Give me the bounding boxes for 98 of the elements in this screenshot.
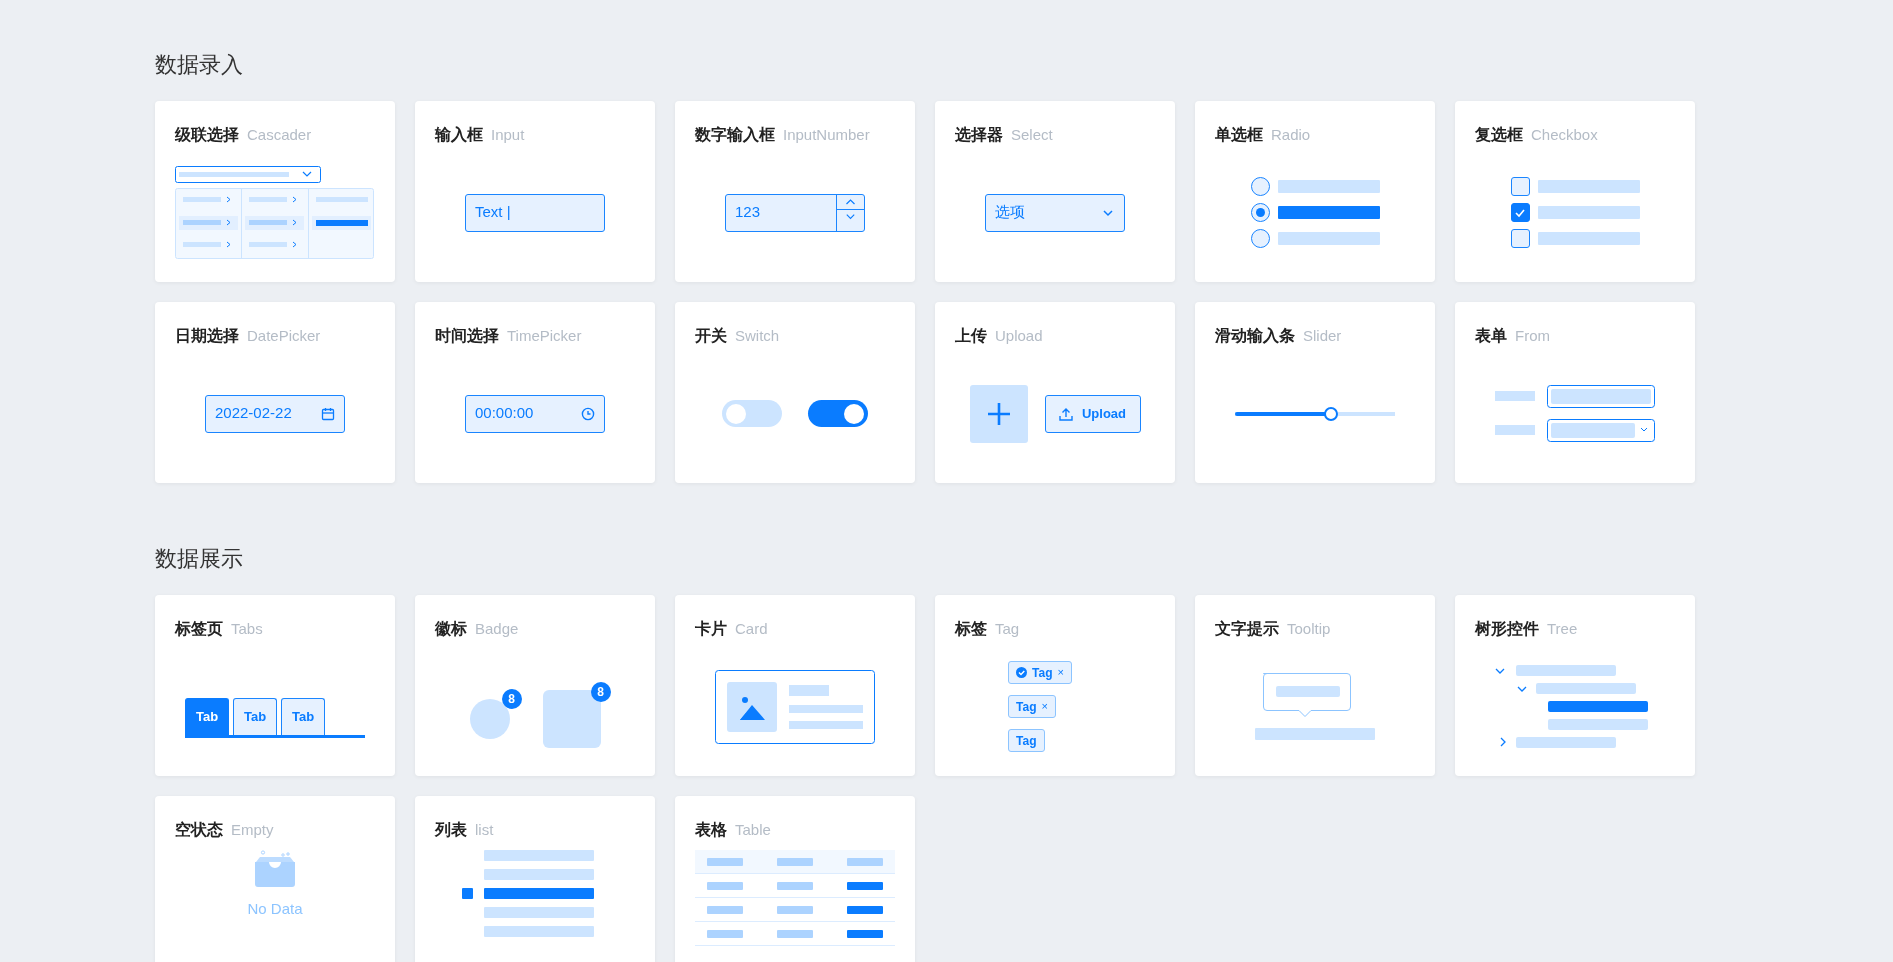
component-card[interactable]: 日期选择 DatePicker 2022-02-22	[155, 302, 395, 483]
card-title: 上传	[955, 326, 987, 346]
date-field[interactable]: 2022-02-22	[205, 394, 345, 433]
card-title: 列表	[435, 820, 467, 840]
card-title: 标签	[955, 619, 987, 639]
tab[interactable]: Tab	[233, 697, 277, 735]
tag-label: Tag	[1032, 664, 1053, 682]
inbox-icon	[254, 850, 296, 888]
card-subtitle: list	[475, 820, 494, 840]
component-card[interactable]: 时间选择 TimePicker 00:00:00	[415, 302, 655, 483]
card-title: 滑动输入条	[1215, 326, 1295, 346]
count-badge: 8	[501, 688, 522, 709]
empty-text: No Data	[247, 899, 303, 919]
card-subtitle: Tooltip	[1287, 619, 1331, 639]
check-circle-icon	[1016, 667, 1028, 678]
component-card[interactable]: 滑动输入条 Slider	[1195, 302, 1435, 483]
radio-button[interactable]	[1250, 229, 1270, 248]
toggle-switch[interactable]	[722, 400, 782, 427]
slider-thumb[interactable]	[1324, 406, 1338, 421]
component-card[interactable]: 标签页 Tabs Tab Tab Tab	[155, 595, 395, 776]
card-title: 树形控件	[1475, 619, 1539, 639]
tag-close-button[interactable]: ×	[1041, 698, 1048, 715]
card-title: 复选框	[1475, 125, 1523, 145]
card-subtitle: Tabs	[231, 619, 263, 639]
component-card[interactable]: 列表 list	[415, 796, 655, 962]
card-title: 数字输入框	[695, 125, 775, 145]
component-card[interactable]: 上传 Upload Upload	[935, 302, 1175, 483]
section-title: 数据展示	[155, 545, 244, 573]
card-title: 表单	[1475, 326, 1507, 346]
card-title: 选择器	[955, 125, 1003, 145]
card-subtitle: Select	[1011, 125, 1053, 145]
card-title: 单选框	[1215, 125, 1263, 145]
component-card[interactable]: 卡片 Card	[675, 595, 915, 776]
checkbox[interactable]	[1510, 177, 1530, 196]
radio-button[interactable]	[1250, 203, 1270, 222]
card-subtitle: Badge	[475, 619, 519, 639]
checkbox[interactable]	[1510, 229, 1530, 248]
time-field[interactable]: 00:00:00	[465, 394, 605, 433]
card-subtitle: Tag	[995, 619, 1020, 639]
plus-icon	[985, 400, 1012, 427]
card-subtitle: TimePicker	[507, 326, 582, 346]
component-card[interactable]: 标签 Tag Tag × Tag × Tag	[935, 595, 1175, 776]
card-subtitle: Input	[491, 125, 525, 145]
checkbox[interactable]	[1510, 203, 1530, 222]
tag-close-button[interactable]: ×	[1057, 664, 1064, 681]
card-title: 徽标	[435, 619, 467, 639]
card-title: 表格	[695, 820, 727, 840]
component-card[interactable]: 选择器 Select 选项	[935, 101, 1175, 282]
tag-label: Tag	[1016, 698, 1037, 716]
calendar-icon	[321, 406, 335, 421]
component-card[interactable]: 开关 Switch	[675, 302, 915, 483]
select-field[interactable]: 选项	[985, 193, 1125, 232]
tab[interactable]: Tab	[281, 697, 325, 735]
card-subtitle: Checkbox	[1531, 125, 1598, 145]
card-subtitle: DatePicker	[247, 326, 321, 346]
component-card[interactable]: 数字输入框 InputNumber 123	[675, 101, 915, 282]
count-badge: 8	[590, 681, 611, 702]
card-subtitle: Empty	[231, 820, 274, 840]
card-subtitle: InputNumber	[783, 125, 870, 145]
avatar-circle	[469, 698, 510, 739]
tab[interactable]: Tab	[185, 697, 229, 735]
card-title: 开关	[695, 326, 727, 346]
component-card[interactable]: 级联选择 Cascader	[155, 101, 395, 282]
card-subtitle: Cascader	[247, 125, 312, 145]
card-subtitle: Radio	[1271, 125, 1311, 145]
component-card[interactable]: 徽标 Badge 8 8	[415, 595, 655, 776]
card-subtitle: Table	[735, 820, 771, 840]
card-title: 时间选择	[435, 326, 499, 346]
upload-icon	[1058, 406, 1073, 421]
radio-button[interactable]	[1250, 177, 1270, 196]
card-title: 卡片	[695, 619, 727, 639]
component-card[interactable]: 文字提示 Tooltip	[1195, 595, 1435, 776]
component-card[interactable]: 表单 From	[1455, 302, 1695, 483]
card-subtitle: Slider	[1303, 326, 1342, 346]
card-title: 标签页	[175, 619, 223, 639]
upload-button[interactable]: Upload	[1044, 394, 1141, 433]
card-title: 输入框	[435, 125, 483, 145]
component-card[interactable]: 表格 Table	[675, 796, 915, 962]
component-card[interactable]: 空状态 Empty No Data	[155, 796, 395, 962]
component-card[interactable]: 单选框 Radio	[1195, 101, 1435, 282]
card-subtitle: Card	[735, 619, 768, 639]
section-title: 数据录入	[155, 51, 244, 79]
clock-icon	[581, 406, 595, 421]
toggle-switch[interactable]	[808, 400, 868, 427]
input-field[interactable]: Text |	[465, 193, 605, 232]
tag-label: Tag	[1016, 732, 1037, 750]
card-subtitle: Switch	[735, 326, 780, 346]
upload-area[interactable]	[969, 384, 1028, 443]
card-title: 文字提示	[1215, 619, 1279, 639]
card-title: 日期选择	[175, 326, 239, 346]
card-subtitle: From	[1515, 326, 1550, 346]
card-title: 级联选择	[175, 125, 239, 145]
card-title: 空状态	[175, 820, 223, 840]
component-card[interactable]: 树形控件 Tree	[1455, 595, 1695, 776]
card-subtitle: Upload	[995, 326, 1043, 346]
component-card[interactable]: 复选框 Checkbox	[1455, 101, 1695, 282]
card-subtitle: Tree	[1547, 619, 1578, 639]
component-card[interactable]: 输入框 Input Text |	[415, 101, 655, 282]
